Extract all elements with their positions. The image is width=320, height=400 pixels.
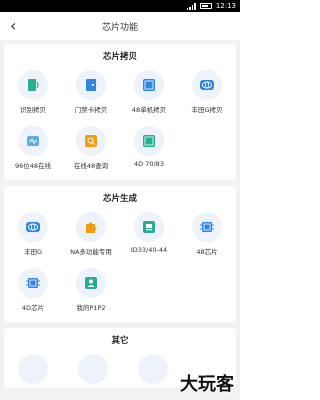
status-bar: 12:13 [0, 0, 240, 12]
chip-48-icon [192, 212, 222, 242]
grid-item-toyota-g-copy[interactable]: 丰田G拷贝 [178, 66, 236, 122]
grid-item-48-chip[interactable]: 48芯片 [178, 208, 236, 264]
item-label: 识别拷贝 [20, 106, 46, 114]
nfc-scan-icon [18, 70, 48, 100]
chip-id-icon [134, 212, 164, 242]
nav-bar: ‹ 芯片功能 [0, 12, 240, 40]
item-label: NA多功能专用 [70, 248, 112, 256]
section-chip-generate: 芯片生成 丰田G NA多功能专用 ID33/40-44 48芯片 4D芯片 我的… [4, 186, 236, 322]
item-label: 48芯片 [196, 248, 218, 256]
chip-4d-icon [134, 126, 164, 156]
back-icon[interactable]: ‹ [10, 16, 16, 35]
profile-card-icon [76, 268, 106, 298]
grid-item-identify-copy[interactable]: 识别拷贝 [4, 66, 62, 122]
grid-item-4d-70-83[interactable]: 4D 70/83 [120, 122, 178, 178]
status-time: 12:13 [215, 2, 236, 10]
more-item-icon[interactable] [138, 354, 168, 384]
toyota-icon [192, 70, 222, 100]
door-card-icon [76, 70, 106, 100]
grid-item-96-48-online[interactable]: 96位48在线 [4, 122, 62, 178]
item-label: 丰田G [23, 248, 43, 256]
chip-48-icon [134, 70, 164, 100]
chip-96-icon [18, 126, 48, 156]
grid-item-48-standalone-copy[interactable]: 48单机拷贝 [120, 66, 178, 122]
item-label: 我的P1P2 [76, 304, 106, 312]
battery-icon [199, 3, 212, 9]
toyota-icon [18, 212, 48, 242]
grid-item-na-multifunction[interactable]: NA多功能专用 [62, 208, 120, 264]
grid-item-online-48-query[interactable]: 在线48查询 [62, 122, 120, 178]
watermark-logo: 大玩客 [180, 374, 234, 395]
section-title: 芯片拷贝 [102, 52, 137, 62]
item-label: 4D 70/83 [134, 160, 164, 168]
signal-icon [186, 2, 196, 10]
item-label: 门禁卡拷贝 [74, 106, 108, 114]
item-label: 在线48查询 [73, 162, 109, 170]
content-area[interactable]: 芯片拷贝 识别拷贝 门禁卡拷贝 48单机拷贝 丰田G拷贝 96位48在线 在线4… [0, 40, 240, 400]
chip-4d-icon [18, 268, 48, 298]
grid-item-toyota-g[interactable]: 丰田G [4, 208, 62, 264]
grid-item-my-p1p2[interactable]: 我的P1P2 [62, 264, 120, 320]
section-title: 其它 [111, 336, 129, 346]
page-title: 芯片功能 [101, 22, 138, 33]
item-label: ID33/40-44 [130, 246, 168, 254]
item-label: 96位48在线 [14, 162, 52, 170]
puzzle-icon [76, 212, 106, 242]
section-title: 芯片生成 [102, 194, 137, 204]
item-label: 丰田G拷贝 [191, 106, 223, 114]
grid-item-id33-40-44[interactable]: ID33/40-44 [120, 208, 178, 264]
item-label: 48单机拷贝 [131, 106, 167, 114]
more-item-icon[interactable] [18, 354, 48, 384]
more-item-icon[interactable] [78, 354, 108, 384]
item-label: 4D芯片 [21, 304, 45, 312]
section-chip-copy: 芯片拷贝 识别拷贝 门禁卡拷贝 48单机拷贝 丰田G拷贝 96位48在线 在线4… [4, 44, 236, 180]
search-48-icon [76, 126, 106, 156]
grid-item-4d-chip[interactable]: 4D芯片 [4, 264, 62, 320]
grid-item-door-card-copy[interactable]: 门禁卡拷贝 [62, 66, 120, 122]
